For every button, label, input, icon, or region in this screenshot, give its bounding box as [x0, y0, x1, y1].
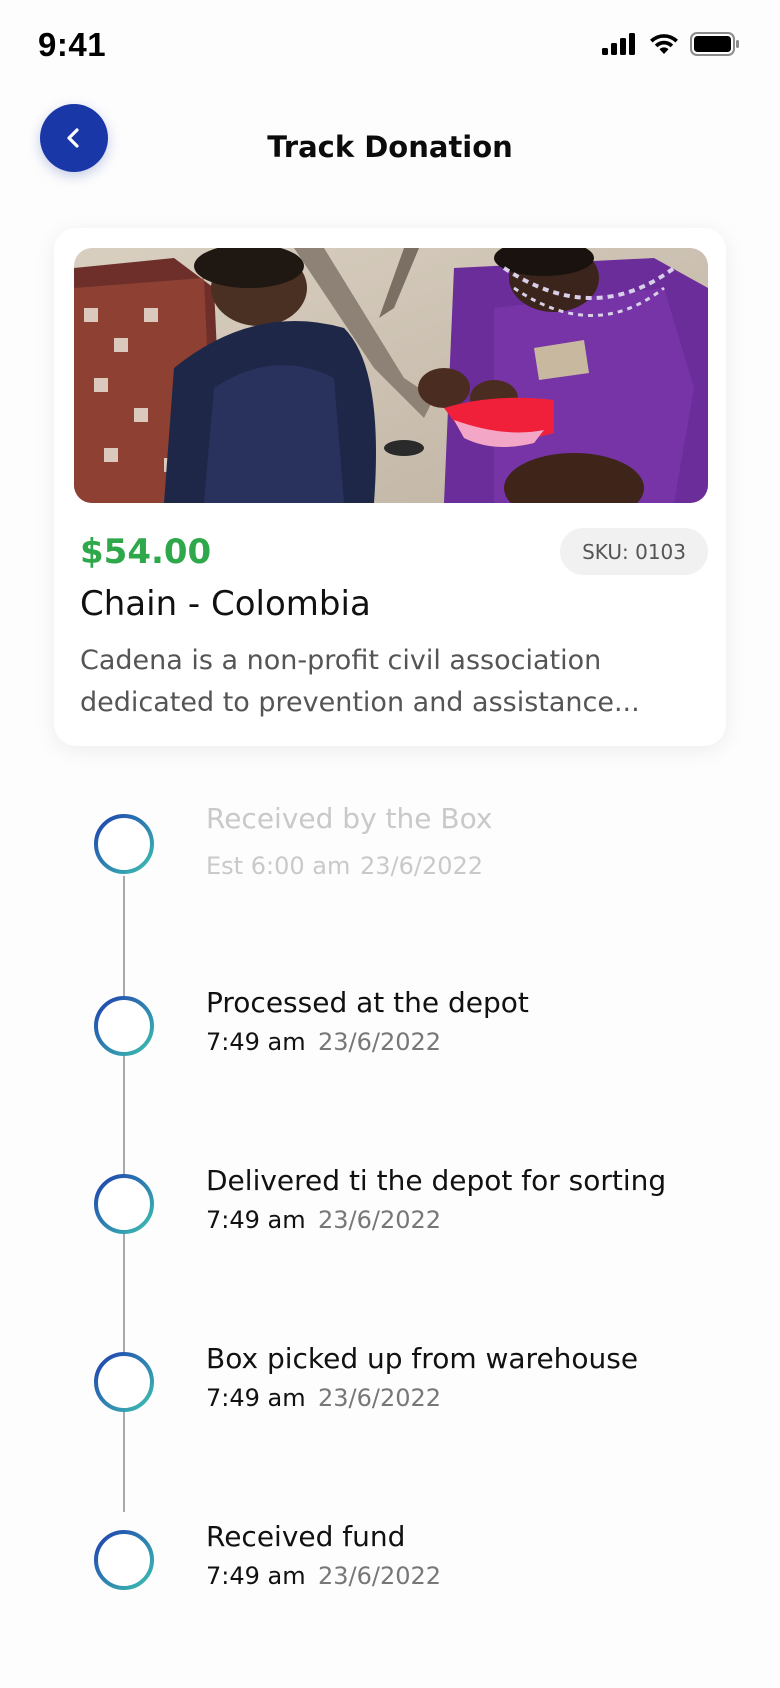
status-icons	[602, 32, 740, 56]
description-line-1: Cadena is a non-profit civil association	[80, 645, 602, 676]
step-status-ring-icon	[94, 1174, 154, 1234]
step-date: 23/6/2022	[318, 1028, 442, 1056]
step-date: 23/6/2022	[360, 852, 484, 880]
step-title: Delivered ti the depot for sorting	[206, 1164, 667, 1197]
donation-photo	[74, 248, 708, 503]
step-time: Est 6:00 am	[206, 852, 351, 880]
timeline-step-received-fund: Received fund 7:49 am 23/6/2022	[0, 1502, 780, 1592]
step-time: 7:49 am	[206, 1028, 306, 1056]
timeline-step-picked-up: Box picked up from warehouse 7:49 am 23/…	[0, 1324, 780, 1414]
donation-card[interactable]: $54.00 SKU: 0103 Chain - Colombia Cadena…	[54, 228, 726, 746]
step-status-ring-icon	[94, 996, 154, 1056]
step-title: Received fund	[206, 1520, 406, 1553]
description-line-2: dedicated to prevention and assistance..…	[80, 687, 640, 718]
step-time: 7:49 am	[206, 1206, 306, 1234]
donation-title: Chain - Colombia	[80, 584, 371, 624]
step-title: Processed at the depot	[206, 986, 529, 1019]
step-time: 7:49 am	[206, 1384, 306, 1412]
step-date: 23/6/2022	[318, 1562, 442, 1590]
step-date: 23/6/2022	[318, 1206, 442, 1234]
track-donation-screen: 9:41 Track Donation $54.00 SKU: 0103 Cha…	[0, 0, 780, 1688]
step-date: 23/6/2022	[318, 1384, 442, 1412]
sku-badge: SKU: 0103	[560, 528, 708, 575]
timeline-step-processed: Processed at the depot 7:49 am 23/6/2022	[0, 968, 780, 1058]
step-title: Received by the Box	[206, 802, 493, 835]
status-bar: 9:41	[0, 0, 780, 92]
status-time: 9:41	[38, 26, 107, 63]
page-title: Track Donation	[267, 130, 513, 164]
battery-icon	[690, 32, 739, 56]
step-status-ring-icon	[94, 1352, 154, 1412]
timeline-step-delivered: Delivered ti the depot for sorting 7:49 …	[0, 1146, 780, 1236]
donation-description: Cadena is a non-profit civil association…	[80, 640, 710, 724]
cellular-signal-icon	[602, 33, 635, 55]
step-status-ring-icon	[94, 1530, 154, 1590]
wifi-icon	[650, 34, 678, 54]
tracking-timeline: Received by the Box Est 6:00 am 23/6/202…	[0, 790, 780, 1610]
step-time: 7:49 am	[206, 1562, 306, 1590]
donation-price: $54.00	[80, 532, 212, 572]
step-status-ring-icon	[94, 814, 154, 874]
timeline-step-received-by-box: Received by the Box Est 6:00 am 23/6/202…	[0, 790, 780, 880]
step-title: Box picked up from warehouse	[206, 1342, 639, 1375]
